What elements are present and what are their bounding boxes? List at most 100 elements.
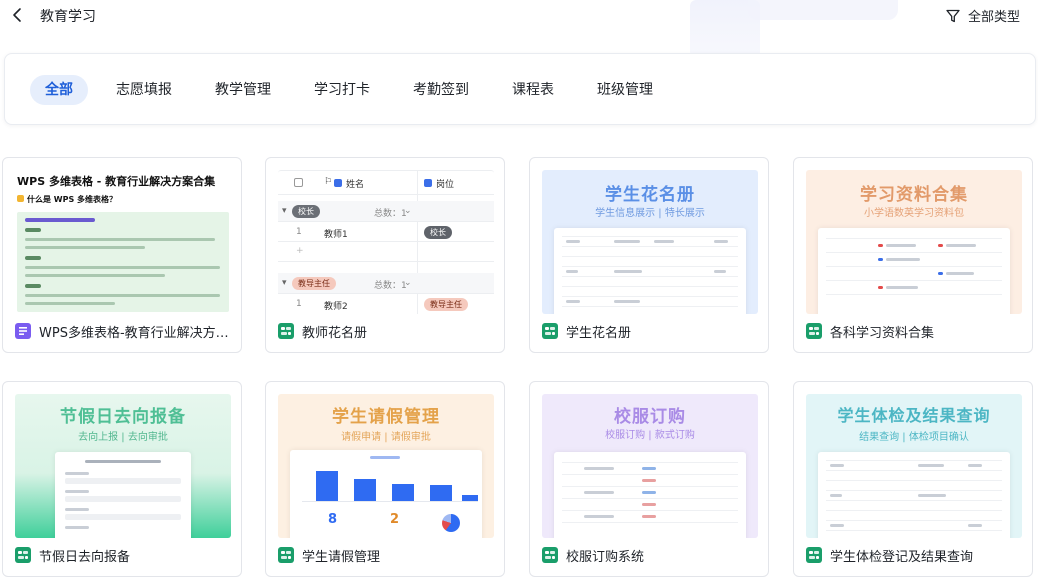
- thumb-bar: [316, 471, 338, 501]
- thumb-cell: [830, 524, 844, 527]
- thumb-line: [25, 274, 165, 277]
- card-footer: 节假日去向报备: [15, 545, 231, 565]
- tab-5[interactable]: 课程表: [497, 75, 569, 105]
- card-footer: 校服订购系统: [542, 545, 758, 565]
- card-title: 学生花名册: [566, 325, 632, 341]
- plus-icon: +: [296, 246, 304, 256]
- thumb-row-line: [826, 530, 1002, 531]
- thumb-row-line: [562, 256, 738, 257]
- thumb-line: [25, 228, 41, 232]
- thumb-pie: [442, 514, 460, 532]
- tab-0[interactable]: 全部: [30, 75, 88, 105]
- checkbox-icon: [294, 178, 303, 187]
- thumb-cell: [878, 286, 883, 289]
- card-thumbnail: 学生请假管理 请假申请 | 请假审批 8 2: [278, 394, 494, 538]
- thumb-title: 学生花名册: [605, 185, 695, 205]
- thumb-cell: [830, 494, 842, 497]
- tab-2[interactable]: 教学管理: [200, 75, 286, 105]
- thumb-cell: [642, 491, 656, 494]
- thumb-bar: [392, 484, 414, 501]
- thumb-row-post: 教导主任: [424, 298, 468, 311]
- thumb-cell: [566, 270, 578, 273]
- thumb-row-line: [826, 510, 1002, 511]
- thumb-bar: [354, 479, 376, 501]
- template-card[interactable]: WPS 多维表格 - 教育行业解决方案合集 什么是 WPS 多维表格？ WPS多…: [2, 157, 242, 353]
- card-thumbnail: 校服订购 校服订购 | 款式订购: [542, 394, 758, 538]
- thumb-row-index: 1: [296, 227, 302, 237]
- page-title: 教育学习: [40, 9, 96, 25]
- thumb-row-line: [278, 293, 494, 294]
- thumb-group1: 校长: [292, 205, 320, 218]
- thumb-group2: 教导主任: [292, 277, 336, 290]
- caret-icon: ▾: [282, 278, 287, 288]
- back-button[interactable]: [10, 6, 26, 24]
- category-tabs-panel: 全部 志愿填报 教学管理 学习打卡 考勤签到 课程表 班级管理: [4, 53, 1036, 125]
- template-card[interactable]: 学生体检及结果查询 结果查询 | 体检项目确认 学生体检登记及结果查询: [793, 381, 1033, 577]
- card-thumbnail: WPS 多维表格 - 教育行业解决方案合集 什么是 WPS 多维表格？: [15, 170, 231, 314]
- card-thumbnail: 学生体检及结果查询 结果查询 | 体检项目确认: [806, 394, 1022, 538]
- card-footer: 学生体检登记及结果查询: [806, 545, 1022, 565]
- tab-4[interactable]: 考勤签到: [398, 75, 484, 105]
- field-icon: [334, 179, 342, 187]
- thumb-row-line: [826, 480, 1002, 481]
- thumb-row-line: [826, 280, 1002, 281]
- flag-icon: ⚐: [324, 177, 333, 187]
- thumb-row-line: [826, 252, 1002, 253]
- thumb-cell: [65, 508, 89, 511]
- template-card[interactable]: ⚐ 姓名 岗位 ▾ 校长 总数：1 ⌄ 1 教师1 校长 + ▾ 教导主任 总数…: [265, 157, 505, 353]
- thumb-subtitle: 请假申请 | 请假审批: [341, 432, 431, 443]
- thumb-sheet: [818, 452, 1010, 538]
- template-card[interactable]: 节假日去向报备 去向上报 | 去向审批 节假日去向报备: [2, 381, 242, 577]
- card-title: 学生请假管理: [302, 549, 381, 565]
- thumb-sheet: 8 2: [290, 450, 482, 538]
- thumb-sheet: [554, 452, 746, 538]
- thumb-subtitle: 小学语数英学习资料包: [864, 208, 964, 219]
- tab-1[interactable]: 志愿填报: [101, 75, 187, 105]
- thumb-cell: [65, 526, 89, 529]
- thumb-row-index: 1: [296, 299, 302, 309]
- filter-label: 全部类型: [967, 10, 1020, 25]
- thumb-row-line: [562, 474, 738, 475]
- caret-icon: ⌄: [404, 206, 412, 216]
- thumb-subtitle: 学生信息展示 | 特长展示: [595, 208, 705, 219]
- thumb-table-header: ⚐ 姓名 岗位: [278, 171, 494, 195]
- card-thumbnail: 节假日去向报备 去向上报 | 去向审批: [15, 394, 231, 538]
- caret-icon: ▾: [282, 206, 287, 216]
- card-footer: 学生请假管理: [278, 545, 494, 565]
- type-filter-button[interactable]: 全部类型: [945, 6, 1020, 25]
- thumb-cell: [584, 515, 614, 518]
- template-card[interactable]: 学生请假管理 请假申请 | 请假审批 8 2 学生请假管理: [265, 381, 505, 577]
- thumb-cell: [654, 240, 674, 243]
- thumb-bar: [430, 485, 452, 501]
- table-app-icon: [15, 547, 31, 563]
- thumb-cell: [65, 496, 181, 502]
- card-title: WPS多维表格-教育行业解决方案合集: [39, 325, 231, 341]
- template-card[interactable]: 校服订购 校服订购 | 款式订购 校服订购系统: [529, 381, 769, 577]
- thumb-row-line: [562, 276, 738, 277]
- thumb-cell: [584, 491, 614, 494]
- card-title: 学生体检登记及结果查询: [830, 549, 974, 565]
- category-tabs: 全部 志愿填报 教学管理 学习打卡 考勤签到 课程表 班级管理: [30, 75, 681, 105]
- thumb-cell: [85, 460, 161, 463]
- thumb-content-box: [17, 212, 229, 312]
- tab-6[interactable]: 班级管理: [582, 75, 668, 105]
- thumb-title: 校服订购: [614, 407, 686, 427]
- thumb-sheet: [818, 228, 1010, 314]
- card-footer: 各科学习资料合集: [806, 321, 1022, 341]
- thumb-cell: [946, 244, 976, 247]
- doc-icon: [15, 323, 31, 339]
- thumb-row-line: [826, 500, 1002, 501]
- template-card[interactable]: 学习资料合集 小学语数英学习资料包 各科学习资料合集: [793, 157, 1033, 353]
- thumb-cell: [65, 478, 181, 484]
- card-title: 各科学习资料合集: [830, 325, 935, 341]
- thumb-line: [25, 246, 145, 249]
- thumb-subtitle: 结果查询 | 体检项目确认: [859, 432, 969, 443]
- thumb-title: 学习资料合集: [860, 185, 968, 205]
- template-card[interactable]: 学生花名册 学生信息展示 | 特长展示 学生花名册: [529, 157, 769, 353]
- thumb-row-line: [278, 221, 494, 222]
- thumb-cell: [642, 467, 656, 470]
- thumb-question-text: 什么是 WPS 多维表格？: [27, 195, 118, 204]
- thumb-question: 什么是 WPS 多维表格？: [17, 194, 117, 205]
- tab-3[interactable]: 学习打卡: [299, 75, 385, 105]
- thumb-cell: [714, 240, 728, 243]
